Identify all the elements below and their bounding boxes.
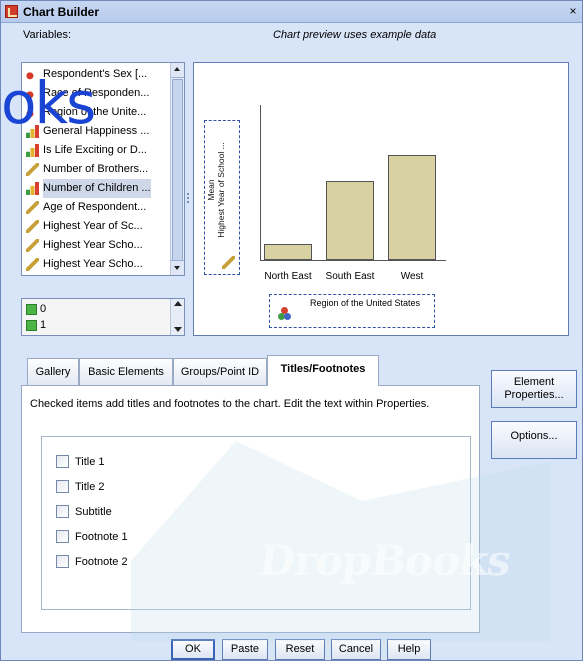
chart-bar <box>388 155 436 260</box>
x-axis-label: Region of the United States <box>309 298 421 308</box>
x-axis-line <box>260 260 446 261</box>
chart-bar <box>264 244 312 260</box>
paste-button[interactable]: Paste <box>222 639 268 660</box>
category-icon <box>26 319 37 331</box>
category-icon <box>26 303 37 315</box>
help-button[interactable]: Help <box>387 639 431 660</box>
chart-builder-dialog: Chart Builder × Variables: Chart preview… <box>0 0 583 661</box>
ordinal-icon <box>26 182 39 195</box>
scale-icon <box>222 256 235 269</box>
x-axis-drop-zone[interactable]: Region of the United States <box>269 294 435 328</box>
ok-button[interactable]: OK <box>171 639 215 660</box>
checkbox-icon[interactable] <box>56 455 69 468</box>
scroll-up-icon[interactable] <box>171 63 184 78</box>
x-tick-label: North East <box>264 271 312 282</box>
variable-list-scrollbar[interactable] <box>170 63 184 275</box>
scroll-down-icon[interactable] <box>171 260 184 275</box>
category-item[interactable]: 1 <box>26 317 46 333</box>
watermark-dropbooks: DropBooks <box>255 536 514 585</box>
tab-basic-elements[interactable]: Basic Elements <box>79 358 173 385</box>
scale-icon <box>26 220 39 233</box>
panel-description: Checked items add titles and footnotes t… <box>30 398 430 410</box>
scale-icon <box>26 239 39 252</box>
tab-titles-footnotes[interactable]: Titles/Footnotes <box>267 355 379 386</box>
watermark-oks: oks <box>1 69 96 137</box>
title-bar: Chart Builder × <box>1 1 582 23</box>
close-button[interactable]: × <box>565 4 581 19</box>
scale-icon <box>26 163 39 176</box>
checkbox-icon[interactable] <box>56 555 69 568</box>
checkbox-icon[interactable] <box>56 480 69 493</box>
splitter-handle[interactable] <box>186 191 190 211</box>
tab-gallery[interactable]: Gallery <box>27 358 79 385</box>
scroll-thumb[interactable] <box>172 79 183 267</box>
preview-note: Chart preview uses example data <box>273 29 437 41</box>
ordinal-icon <box>26 144 39 157</box>
y-axis-label: Mean Highest Year of School ... <box>206 142 226 238</box>
y-axis-line <box>260 105 261 260</box>
scale-icon <box>26 258 39 271</box>
category-list[interactable]: 0 1 <box>21 298 185 336</box>
cancel-button[interactable]: Cancel <box>331 639 381 660</box>
checkbox-icon[interactable] <box>56 505 69 518</box>
category-item[interactable]: 0 <box>26 301 46 317</box>
chart-builder-icon <box>5 5 18 18</box>
scale-icon <box>26 201 39 214</box>
variables-label: Variables: <box>23 29 72 41</box>
scroll-up-icon[interactable] <box>174 301 182 306</box>
y-axis-drop-zone[interactable]: Mean Highest Year of School ... <box>204 120 240 275</box>
options-button[interactable]: Options... <box>491 421 577 459</box>
tab-groups-point-id[interactable]: Groups/Point ID <box>173 358 267 385</box>
x-tick-label: West <box>400 271 424 282</box>
scroll-down-icon[interactable] <box>174 327 182 332</box>
category-list-scrollbar[interactable] <box>170 299 184 335</box>
nominal-icon <box>278 307 292 321</box>
x-tick-label: South East <box>325 271 375 282</box>
window-title: Chart Builder <box>23 5 100 19</box>
chart-preview-canvas[interactable]: Mean Highest Year of School ... North Ea… <box>193 62 569 336</box>
element-properties-button[interactable]: Element Properties... <box>491 370 577 408</box>
chart-bar <box>326 181 374 260</box>
reset-button[interactable]: Reset <box>275 639 325 660</box>
checkbox-icon[interactable] <box>56 530 69 543</box>
